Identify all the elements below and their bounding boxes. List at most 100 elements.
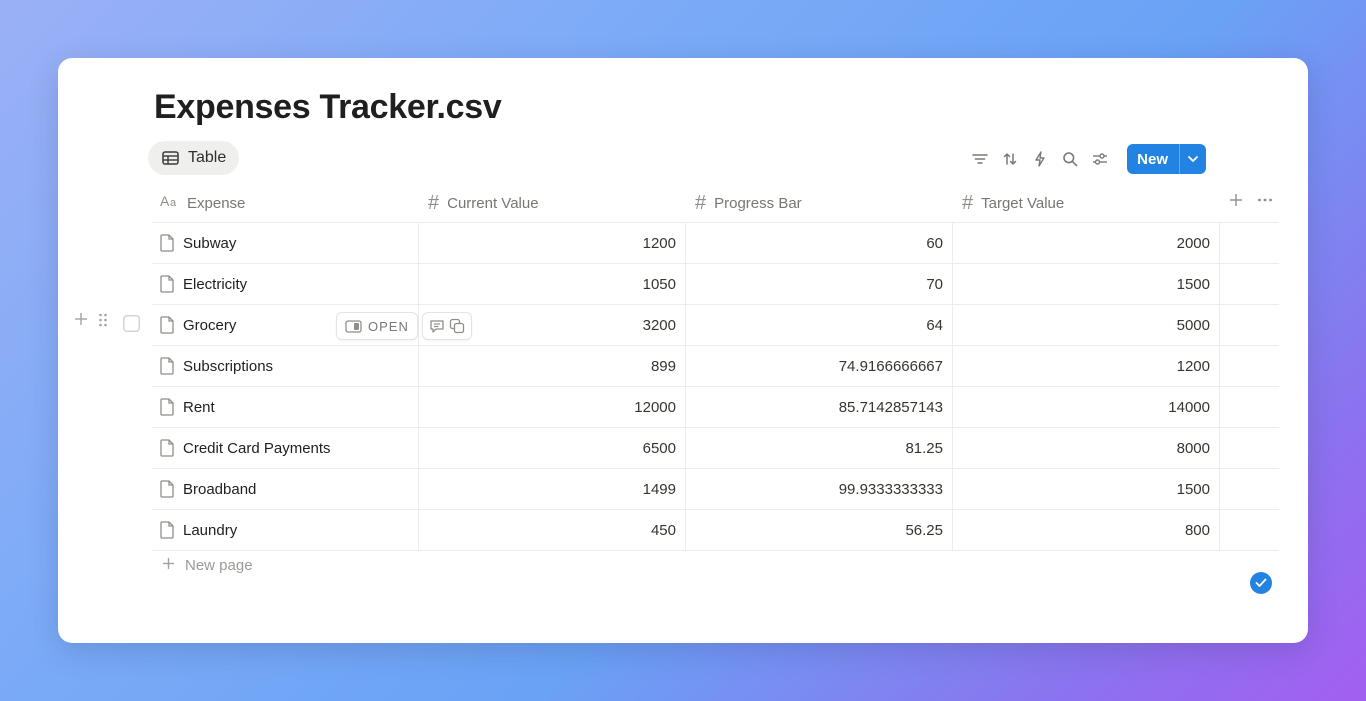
page-document-icon: [160, 316, 175, 334]
target-value-cell[interactable]: 8000: [952, 428, 1219, 468]
progress-bar-cell[interactable]: 64: [685, 305, 952, 345]
table-row[interactable]: Rent 12000 85.7142857143 14000: [152, 387, 1279, 428]
new-record-button[interactable]: New: [1127, 144, 1206, 174]
side-peek-icon: [345, 319, 362, 333]
progress-bar-cell[interactable]: 56.25: [685, 510, 952, 550]
add-property-plus-icon[interactable]: [1229, 193, 1243, 212]
column-header-target-value[interactable]: # Target Value: [962, 184, 1064, 222]
duplicate-icon[interactable]: [449, 318, 465, 334]
page-document-icon: [160, 480, 175, 498]
expense-name: Broadband: [183, 480, 257, 498]
table-row[interactable]: Grocery 3200 64 5000 OPEN: [152, 305, 1279, 346]
expense-cell[interactable]: Laundry: [160, 510, 237, 550]
automation-lightning-icon[interactable]: [1029, 145, 1051, 173]
expense-cell[interactable]: Rent: [160, 387, 215, 427]
database-table: Aa Expense # Current Value # Progress Ba…: [152, 184, 1279, 551]
expense-cell[interactable]: Credit Card Payments: [160, 428, 331, 468]
more-options-icon[interactable]: [1257, 193, 1273, 212]
column-header-progress-bar[interactable]: # Progress Bar: [695, 184, 802, 222]
comment-icon[interactable]: [429, 319, 445, 334]
expense-cell[interactable]: Grocery: [160, 305, 236, 345]
new-button-label[interactable]: New: [1127, 144, 1179, 174]
progress-bar-cell[interactable]: 70: [685, 264, 952, 304]
current-value-cell[interactable]: 899: [418, 346, 685, 386]
page-document-icon: [160, 275, 175, 293]
page-document-icon: [160, 439, 175, 457]
column-divider: [1219, 305, 1220, 345]
sort-icon[interactable]: [999, 145, 1021, 173]
progress-bar-cell[interactable]: 60: [685, 223, 952, 263]
expense-name: Rent: [183, 398, 215, 416]
page-document-icon: [160, 357, 175, 375]
target-value-cell[interactable]: 800: [952, 510, 1219, 550]
column-divider: [1219, 469, 1220, 509]
column-divider: [1219, 428, 1220, 468]
page-document-icon: [160, 521, 175, 539]
table-row[interactable]: Subscriptions 899 74.9166666667 1200: [152, 346, 1279, 387]
settings-sliders-icon[interactable]: [1089, 145, 1111, 173]
column-header-current-value[interactable]: # Current Value: [428, 184, 539, 222]
row-select-checkbox[interactable]: [123, 315, 140, 332]
progress-bar-cell[interactable]: 74.9166666667: [685, 346, 952, 386]
open-page-button[interactable]: OPEN: [336, 312, 418, 340]
current-value-cell[interactable]: 450: [418, 510, 685, 550]
database-toolbar: New: [969, 144, 1206, 174]
target-value-cell[interactable]: 14000: [952, 387, 1219, 427]
progress-bar-cell[interactable]: 99.9333333333: [685, 469, 952, 509]
expense-cell[interactable]: Broadband: [160, 469, 256, 509]
table-row[interactable]: Laundry 450 56.25 800: [152, 510, 1279, 551]
open-label: OPEN: [368, 318, 409, 334]
target-value-cell[interactable]: 2000: [952, 223, 1219, 263]
table-icon: [162, 151, 179, 165]
new-page-button[interactable]: New page: [162, 557, 253, 574]
number-hash-icon: #: [962, 192, 974, 214]
current-value-cell[interactable]: 1050: [418, 264, 685, 304]
target-value-cell[interactable]: 1500: [952, 469, 1219, 509]
table-row[interactable]: Broadband 1499 99.9333333333 1500: [152, 469, 1279, 510]
target-value-cell[interactable]: 1500: [952, 264, 1219, 304]
table-header-row: Aa Expense # Current Value # Progress Ba…: [152, 184, 1279, 223]
target-value-cell[interactable]: 1200: [952, 346, 1219, 386]
column-divider: [1219, 346, 1220, 386]
checkmark-icon[interactable]: [1250, 572, 1272, 594]
current-value-cell[interactable]: 1200: [418, 223, 685, 263]
table-row[interactable]: Electricity 1050 70 1500: [152, 264, 1279, 305]
column-divider: [1219, 387, 1220, 427]
svg-text:a: a: [170, 197, 177, 208]
drag-handle-icon[interactable]: [98, 312, 108, 328]
number-hash-icon: #: [695, 192, 707, 214]
current-value-cell[interactable]: 6500: [418, 428, 685, 468]
row-action-group: [422, 312, 472, 340]
column-divider: [1219, 223, 1220, 263]
column-header-expense[interactable]: Aa Expense: [160, 184, 245, 222]
expense-name: Credit Card Payments: [183, 439, 331, 457]
expense-cell[interactable]: Electricity: [160, 264, 247, 304]
expense-name: Subscriptions: [183, 357, 274, 375]
table-row[interactable]: Credit Card Payments 6500 81.25 8000: [152, 428, 1279, 469]
expense-name: Subway: [183, 234, 237, 252]
filter-icon[interactable]: [969, 145, 991, 173]
progress-bar-cell[interactable]: 85.7142857143: [685, 387, 952, 427]
chevron-down-icon[interactable]: [1179, 144, 1206, 174]
search-icon[interactable]: [1059, 145, 1081, 173]
expense-name: Laundry: [183, 521, 238, 539]
plus-icon: [162, 557, 175, 574]
expense-cell[interactable]: Subway: [160, 223, 236, 263]
number-hash-icon: #: [428, 192, 440, 214]
column-divider: [1219, 510, 1220, 550]
svg-text:A: A: [160, 194, 170, 208]
database-window: Expenses Tracker.csv Table New A a Expen…: [58, 58, 1308, 643]
expense-cell[interactable]: Subscriptions: [160, 346, 273, 386]
progress-bar-cell[interactable]: 81.25: [685, 428, 952, 468]
table-body: Subway 1200 60 2000 Electricity 1050 70 1500 Gro…: [152, 223, 1279, 551]
expense-name: Grocery: [183, 316, 237, 334]
expense-name: Electricity: [183, 275, 248, 293]
current-value-cell[interactable]: 1499: [418, 469, 685, 509]
text-type-icon: Aa: [160, 193, 179, 213]
column-divider: [1219, 264, 1220, 304]
add-row-plus-icon[interactable]: [74, 312, 88, 326]
table-row[interactable]: Subway 1200 60 2000: [152, 223, 1279, 264]
target-value-cell[interactable]: 5000: [952, 305, 1219, 345]
view-tab-table[interactable]: Table: [148, 141, 240, 175]
current-value-cell[interactable]: 12000: [418, 387, 685, 427]
